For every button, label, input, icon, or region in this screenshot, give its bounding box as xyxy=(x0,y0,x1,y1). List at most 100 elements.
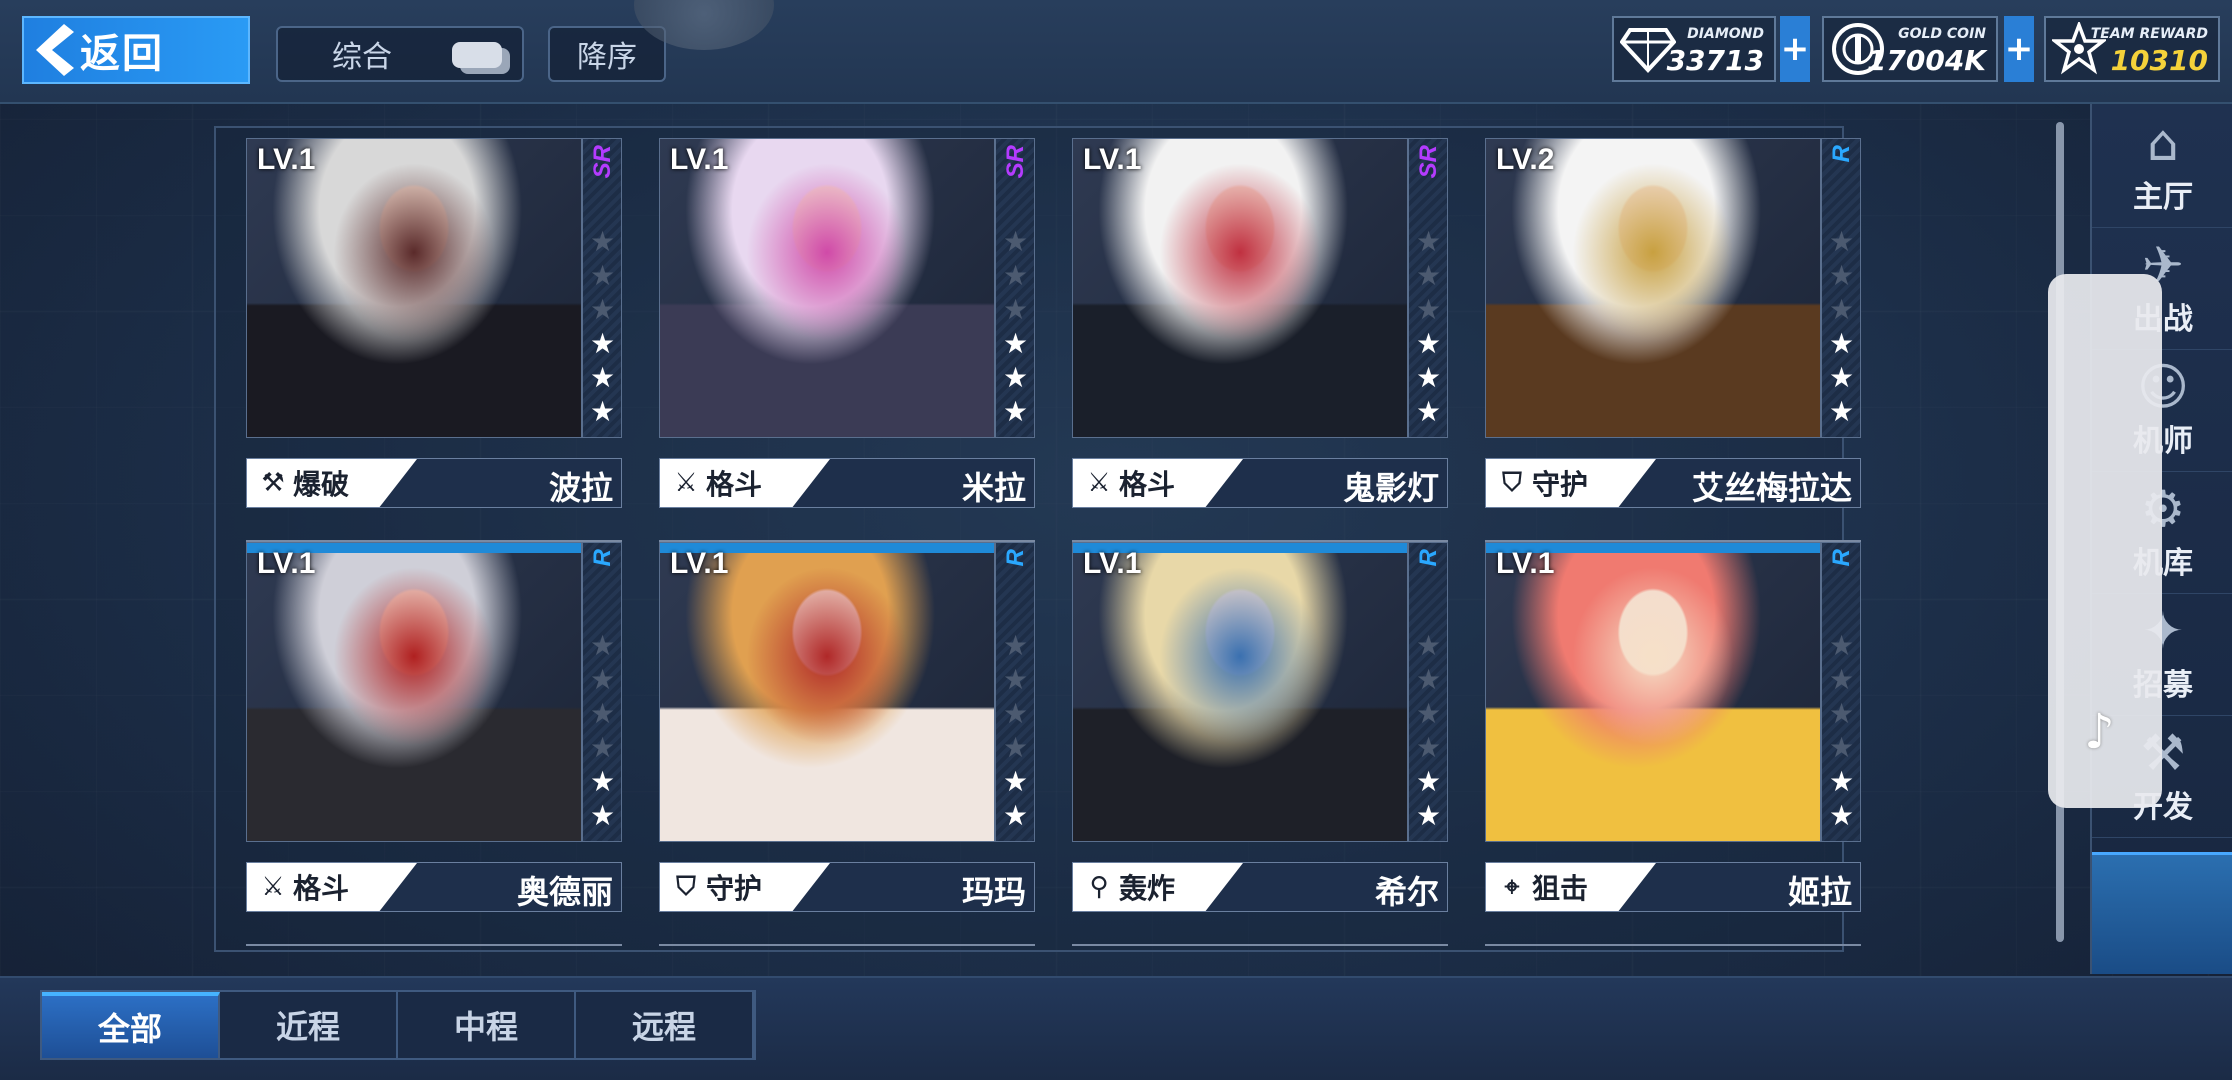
star-empty-icon: ★ xyxy=(1829,697,1855,730)
character-card[interactable]: LV.1 SR ★ ★ ★ ★ ★ ★ ⚒ 爆破 波拉 xyxy=(246,138,622,542)
character-nameplate: ⌖ 狙击 姬拉 xyxy=(1485,862,1861,912)
star-filled-icon: ★ xyxy=(590,327,616,360)
star-empty-icon: ★ xyxy=(1003,663,1029,696)
star-filled-icon: ★ xyxy=(1829,799,1855,832)
add-diamond-button[interactable]: + xyxy=(1780,16,1810,82)
back-button[interactable]: 返回 xyxy=(22,16,250,84)
team-reward-value: 10310 xyxy=(2110,44,2208,77)
swords-icon: ⚔ xyxy=(674,468,698,498)
role-tag: ⚒ 爆破 xyxy=(247,459,417,507)
rarity-badge: SR xyxy=(1002,145,1029,179)
role-tag: ⛉ 守护 xyxy=(660,863,830,911)
star-empty-icon: ★ xyxy=(1003,629,1029,662)
star-filled-icon: ★ xyxy=(1003,799,1029,832)
star-filled-icon: ★ xyxy=(1003,327,1029,360)
character-level: LV.1 xyxy=(1496,547,1555,580)
star-empty-icon: ★ xyxy=(590,225,616,258)
star-empty-icon: ★ xyxy=(1416,663,1442,696)
explosive-icon: ⚒ xyxy=(261,468,285,498)
sort-order-button[interactable]: 降序 xyxy=(548,26,666,82)
rarity-badge: R xyxy=(1828,549,1855,567)
role-label: 格斗 xyxy=(293,872,350,905)
hall-icon: ⌂ xyxy=(2147,114,2179,172)
character-card[interactable]: LV.1 R ★ ★ ★ ★ ★ ★ ⌖ 狙击 姬拉 xyxy=(1485,542,1861,946)
star-empty-icon: ★ xyxy=(1416,225,1442,258)
star-filled-icon: ★ xyxy=(1416,395,1442,428)
star-empty-icon: ★ xyxy=(1003,731,1029,764)
character-card[interactable]: LV.2 R ★ ★ ★ ★ ★ ★ ⛉ 守护 艾丝梅拉达 xyxy=(1485,138,1861,542)
range-tab[interactable]: 远程 xyxy=(576,992,754,1058)
role-tag: ⚲ 轰炸 xyxy=(1073,863,1243,911)
character-name: 米拉 xyxy=(961,469,1026,507)
card-divider xyxy=(246,944,622,946)
add-gold-button[interactable]: + xyxy=(2004,16,2034,82)
character-level: LV.1 xyxy=(1083,547,1142,580)
card-divider xyxy=(659,944,1035,946)
character-card[interactable]: LV.1 R ★ ★ ★ ★ ★ ★ ⛉ 守护 玛玛 xyxy=(659,542,1035,946)
music-note-icon: ♪ xyxy=(2084,704,2115,760)
diamond-value: 33713 xyxy=(1666,44,1764,77)
card-divider xyxy=(1072,944,1448,946)
character-nameplate: ⚔ 格斗 鬼影灯 xyxy=(1072,458,1448,508)
character-nameplate: ⚲ 轰炸 希尔 xyxy=(1072,862,1448,912)
star-empty-icon: ★ xyxy=(1829,259,1855,292)
star-empty-icon: ★ xyxy=(1416,259,1442,292)
rifle-icon: ⌖ xyxy=(1504,871,1520,902)
diamond-label: DIAMOND xyxy=(1687,26,1764,42)
card-divider xyxy=(1485,944,1861,946)
character-portrait: LV.1 xyxy=(246,138,582,438)
star-empty-icon: ★ xyxy=(1829,225,1855,258)
character-card[interactable]: LV.1 R ★ ★ ★ ★ ★ ★ ⚲ 轰炸 希尔 xyxy=(1072,542,1448,946)
back-label: 返回 xyxy=(80,31,164,77)
star-empty-icon: ★ xyxy=(590,629,616,662)
star-empty-icon: ★ xyxy=(590,731,616,764)
star-filled-icon: ★ xyxy=(1003,361,1029,394)
character-nameplate: ⚒ 爆破 波拉 xyxy=(246,458,622,508)
character-portrait: LV.1 xyxy=(659,542,995,842)
star-filled-icon: ★ xyxy=(1416,765,1442,798)
range-tab[interactable]: 中程 xyxy=(398,992,576,1058)
rarity-strip: R ★ ★ ★ ★ ★ ★ xyxy=(1408,542,1448,842)
character-name: 鬼影灯 xyxy=(1342,469,1439,507)
role-tag: ⚔ 格斗 xyxy=(247,863,417,911)
back-arrow-icon xyxy=(36,24,74,76)
star-empty-icon: ★ xyxy=(590,293,616,326)
star-empty-icon: ★ xyxy=(1416,629,1442,662)
star-empty-icon: ★ xyxy=(1003,259,1029,292)
floating-assistant-panel[interactable]: ♪ xyxy=(2048,274,2162,808)
role-label: 守护 xyxy=(706,872,763,905)
range-tab[interactable]: 近程 xyxy=(220,992,398,1058)
minimap-panel[interactable] xyxy=(2092,852,2232,974)
star-filled-icon: ★ xyxy=(1829,327,1855,360)
rarity-badge: R xyxy=(1415,549,1442,567)
character-nameplate: ⚔ 格斗 米拉 xyxy=(659,458,1035,508)
sort-mode-dropdown[interactable]: 综合 xyxy=(276,26,524,82)
star-filled-icon: ★ xyxy=(1003,765,1029,798)
star-empty-icon: ★ xyxy=(1416,731,1442,764)
character-portrait: LV.1 xyxy=(1485,542,1821,842)
range-tab[interactable]: 全部 xyxy=(42,992,220,1058)
mortar-icon: ⚲ xyxy=(1089,872,1109,902)
sort-order-label: 降序 xyxy=(577,40,637,75)
rarity-strip: SR ★ ★ ★ ★ ★ ★ xyxy=(995,138,1035,438)
role-label: 守护 xyxy=(1532,468,1589,501)
star-empty-icon: ★ xyxy=(1829,731,1855,764)
character-card[interactable]: LV.1 R ★ ★ ★ ★ ★ ★ ⚔ 格斗 奥德丽 xyxy=(246,542,622,946)
star-filled-icon: ★ xyxy=(1416,361,1442,394)
character-nameplate: ⛉ 守护 玛玛 xyxy=(659,862,1035,912)
star-empty-icon: ★ xyxy=(1003,293,1029,326)
character-name: 艾丝梅拉达 xyxy=(1691,469,1852,507)
role-label: 格斗 xyxy=(706,468,763,501)
star-empty-icon: ★ xyxy=(590,663,616,696)
star-filled-icon: ★ xyxy=(590,765,616,798)
gold-coin-label: GOLD COIN xyxy=(1898,26,1986,42)
nav-item[interactable]: ⌂ 主厅 xyxy=(2092,110,2232,228)
star-filled-icon: ★ xyxy=(590,799,616,832)
swords-icon: ⚔ xyxy=(1087,468,1111,498)
swords-icon: ⚔ xyxy=(261,872,285,902)
character-card[interactable]: LV.1 SR ★ ★ ★ ★ ★ ★ ⚔ 格斗 米拉 xyxy=(659,138,1035,542)
character-card[interactable]: LV.1 SR ★ ★ ★ ★ ★ ★ ⚔ 格斗 鬼影灯 xyxy=(1072,138,1448,542)
role-label: 爆破 xyxy=(293,468,350,501)
gold-coin-counter: GOLD COIN 17004K xyxy=(1822,16,1998,82)
rarity-strip: R ★ ★ ★ ★ ★ ★ xyxy=(995,542,1035,842)
